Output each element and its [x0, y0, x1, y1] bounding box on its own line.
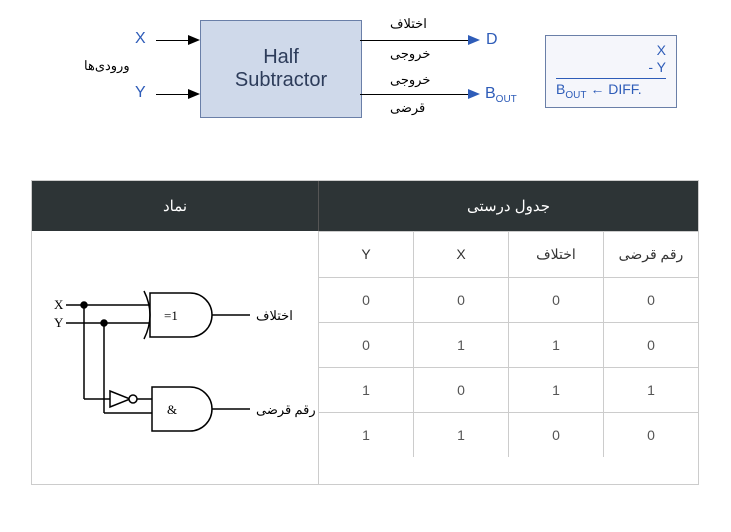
sym-x: X [54, 297, 64, 312]
input-y-label: Y [135, 84, 146, 102]
calc-line-result: BOUT ← DIFF. [556, 79, 666, 102]
calc-line-minus-y: - Y [556, 59, 666, 79]
svg-text:=1: =1 [164, 308, 178, 323]
symbol-header: نماد [32, 181, 319, 231]
gate-symbol-cell: X Y =1 اختلاف [32, 231, 319, 484]
d-caption-top: اختلاف [390, 16, 427, 32]
box-title-2: Subtractor [201, 69, 361, 92]
truth-table-grid: Y X اختلاف رقم قرضی 0 0 0 0 0 1 1 0 [319, 231, 698, 484]
input-x-label: X [135, 30, 146, 48]
gate-schematic-svg: X Y =1 اختلاف [32, 231, 318, 479]
symbol-and-truth-table: نماد جدول درستی X Y [31, 180, 699, 485]
sym-y: Y [54, 315, 64, 330]
tt-col-y: Y [319, 231, 413, 277]
not-gate-icon [110, 391, 137, 407]
bout-caption-bottom: قرضی [390, 100, 425, 116]
tt-col-x: X [413, 231, 508, 277]
table-row: 0 0 0 0 [319, 277, 698, 322]
output-bout-label: BOUT [485, 85, 517, 105]
wire-x [156, 40, 190, 41]
truth-header: جدول درستی [319, 181, 698, 231]
box-title-1: Half [201, 46, 361, 69]
subtraction-note-box: X - Y BOUT ← DIFF. [545, 35, 677, 108]
d-caption-bottom: خروجی [390, 46, 430, 62]
table-header-row: نماد جدول درستی [32, 181, 698, 231]
sym-diff-out: اختلاف [256, 308, 293, 323]
wire-d [360, 40, 470, 41]
tt-head-row: Y X اختلاف رقم قرضی [319, 231, 698, 277]
output-d-label: D [486, 31, 498, 49]
table-row: 0 1 1 0 [319, 322, 698, 367]
tt-col-diff: اختلاف [508, 231, 603, 277]
xor-gate-icon: =1 [144, 291, 212, 339]
arrow-x-icon [188, 35, 200, 45]
svg-text:&: & [167, 402, 177, 417]
bout-b: B [485, 85, 496, 102]
arrow-d-icon [468, 35, 480, 45]
wire-y [156, 94, 190, 95]
table-row: 1 0 1 1 [319, 367, 698, 412]
inputs-caption: ورودی‌ها [84, 58, 130, 74]
half-subtractor-box: Half Subtractor [200, 20, 362, 118]
wire-bout [360, 94, 470, 95]
tt-col-borrow: رقم قرضی [603, 231, 698, 277]
bout-sub: OUT [496, 94, 517, 105]
and-gate-icon: & [152, 387, 212, 431]
arrow-y-icon [188, 89, 200, 99]
calc-line-x: X [556, 42, 666, 59]
bout-caption-top: خروجی [390, 72, 430, 88]
sym-borrow-out: رقم قرضی [256, 402, 316, 418]
table-row: 1 1 0 0 [319, 412, 698, 457]
arrow-bout-icon [468, 89, 480, 99]
half-subtractor-block-diagram: X Y ورودی‌ها Half Subtractor D اختلاف خر… [0, 0, 731, 160]
